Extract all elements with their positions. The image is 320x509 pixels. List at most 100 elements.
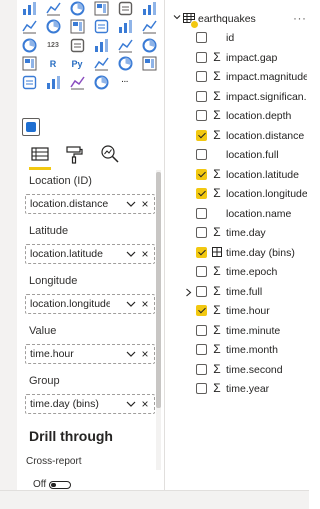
sigma-icon: Σ xyxy=(213,342,221,356)
chevron-right-icon[interactable] xyxy=(185,288,192,297)
field-row[interactable]: Σlocation.depth xyxy=(165,107,310,125)
analytics-magnifier-icon xyxy=(101,145,119,163)
remove-field-icon[interactable]: × xyxy=(140,347,150,361)
field-row[interactable]: Σtime.hour xyxy=(165,302,310,320)
field-checkbox[interactable] xyxy=(196,305,207,316)
slicer-icon[interactable] xyxy=(117,37,133,53)
field-checkbox[interactable] xyxy=(196,285,207,297)
sigma-icon: Σ xyxy=(213,108,221,122)
field-checkbox[interactable] xyxy=(196,383,207,394)
field-row[interactable]: Σlocation.latitude xyxy=(165,166,310,184)
remove-field-icon[interactable]: × xyxy=(140,397,150,411)
chevron-down-icon[interactable] xyxy=(126,298,136,310)
python-visual-icon[interactable]: Py xyxy=(69,56,85,72)
field-well-input[interactable]: time.day (bins) × xyxy=(25,394,155,414)
table-row-earthquakes[interactable]: earthquakes ··· xyxy=(165,10,310,29)
area-chart-icon[interactable] xyxy=(21,0,37,16)
field-row[interactable]: Σimpact.significan... xyxy=(165,88,310,106)
field-row[interactable]: id xyxy=(165,29,310,47)
ribbon-chart-icon[interactable] xyxy=(69,0,85,16)
remove-field-icon[interactable]: × xyxy=(140,247,150,261)
field-row[interactable]: location.full xyxy=(165,146,310,164)
viz-pane-scrollbar-thumb[interactable] xyxy=(156,172,161,408)
field-row[interactable]: Σlocation.longitude xyxy=(165,185,310,203)
smart-narrative-icon[interactable] xyxy=(21,74,37,90)
field-checkbox[interactable] xyxy=(196,149,207,160)
pie-chart-icon[interactable] xyxy=(21,19,37,35)
format-tab[interactable] xyxy=(63,143,85,165)
field-row[interactable]: Σimpact.gap xyxy=(165,49,310,67)
field-row[interactable]: location.name xyxy=(165,205,310,223)
chevron-down-icon[interactable] xyxy=(126,198,136,210)
field-row[interactable]: Σtime.month xyxy=(165,341,310,359)
field-checkbox[interactable] xyxy=(196,266,207,277)
remove-field-icon[interactable]: × xyxy=(140,197,150,211)
field-well-input[interactable]: time.hour × xyxy=(25,344,155,364)
map-icon[interactable] xyxy=(93,19,109,35)
fields-tab[interactable] xyxy=(29,143,51,165)
field-checkbox[interactable] xyxy=(196,110,207,121)
more-options-icon[interactable]: ··· xyxy=(293,11,307,25)
decomposition-tree-icon[interactable] xyxy=(117,56,133,72)
treemap-icon[interactable] xyxy=(69,19,85,35)
field-checkbox[interactable] xyxy=(196,344,207,355)
power-apps-icon[interactable] xyxy=(69,74,85,90)
funnel-chart-icon[interactable] xyxy=(117,0,133,16)
table-icon[interactable] xyxy=(141,37,157,53)
field-well-input[interactable]: location.longitude × xyxy=(25,294,155,314)
more-visuals-icon[interactable]: ··· xyxy=(117,74,133,90)
field-checkbox[interactable] xyxy=(196,207,207,219)
field-name: time.year xyxy=(226,383,270,395)
analytics-tab[interactable] xyxy=(99,143,121,165)
matrix-icon[interactable] xyxy=(21,56,37,72)
field-row[interactable]: Σlocation.distance xyxy=(165,127,310,145)
line-area-chart-icon[interactable] xyxy=(45,0,61,16)
waterfall-chart-icon[interactable] xyxy=(93,0,109,16)
field-row[interactable]: Σtime.second xyxy=(165,361,310,379)
filters-pane-collapsed[interactable]: Filters xyxy=(0,0,26,490)
multi-row-card-icon[interactable] xyxy=(69,37,85,53)
qa-icon[interactable] xyxy=(141,56,157,72)
selected-visual-icon[interactable] xyxy=(22,118,40,136)
field-checkbox[interactable] xyxy=(196,227,207,238)
chevron-down-icon[interactable] xyxy=(173,13,181,21)
chevron-down-icon[interactable] xyxy=(126,248,136,260)
field-checkbox[interactable] xyxy=(196,188,207,199)
sigma-icon: Σ xyxy=(213,303,221,317)
field-checkbox[interactable] xyxy=(196,71,207,82)
gauge-icon[interactable] xyxy=(21,37,37,53)
paginated-report-icon[interactable] xyxy=(45,74,61,90)
field-row[interactable]: Σtime.day xyxy=(165,224,310,242)
remove-field-icon[interactable]: × xyxy=(140,297,150,311)
power-automate-icon[interactable] xyxy=(93,74,109,90)
selected-visual-swatch xyxy=(26,122,36,132)
field-row[interactable]: Σtime.full xyxy=(165,283,310,301)
field-name: time.epoch xyxy=(226,266,278,278)
field-well-input[interactable]: location.distance × xyxy=(25,194,155,214)
key-influencers-icon[interactable] xyxy=(93,56,109,72)
field-checkbox[interactable] xyxy=(196,32,207,43)
field-checkbox[interactable] xyxy=(196,246,207,258)
field-checkbox[interactable] xyxy=(196,129,207,141)
field-row[interactable]: Σtime.minute xyxy=(165,322,310,340)
filled-map-icon[interactable] xyxy=(117,19,133,35)
chevron-down-icon[interactable] xyxy=(126,398,136,410)
donut-chart-icon[interactable] xyxy=(45,19,61,35)
field-checkbox[interactable] xyxy=(196,324,207,336)
shape-map-icon[interactable] xyxy=(141,19,157,35)
field-row[interactable]: time.day (bins) xyxy=(165,244,310,262)
field-well-input[interactable]: location.latitude × xyxy=(25,244,155,264)
cross-report-toggle[interactable] xyxy=(49,481,71,489)
r-visual-icon[interactable]: R xyxy=(45,56,61,72)
kpi-icon[interactable] xyxy=(93,37,109,53)
scatter-chart-icon[interactable] xyxy=(141,0,157,16)
field-checkbox[interactable] xyxy=(196,363,207,375)
card-icon[interactable]: 123 xyxy=(45,37,61,53)
field-checkbox[interactable] xyxy=(196,168,207,180)
field-row[interactable]: Σtime.year xyxy=(165,380,310,398)
field-checkbox[interactable] xyxy=(196,51,207,63)
field-checkbox[interactable] xyxy=(196,90,207,102)
chevron-down-icon[interactable] xyxy=(126,348,136,360)
field-row[interactable]: Σimpact.magnitude xyxy=(165,68,310,86)
field-row[interactable]: Σtime.epoch xyxy=(165,263,310,281)
